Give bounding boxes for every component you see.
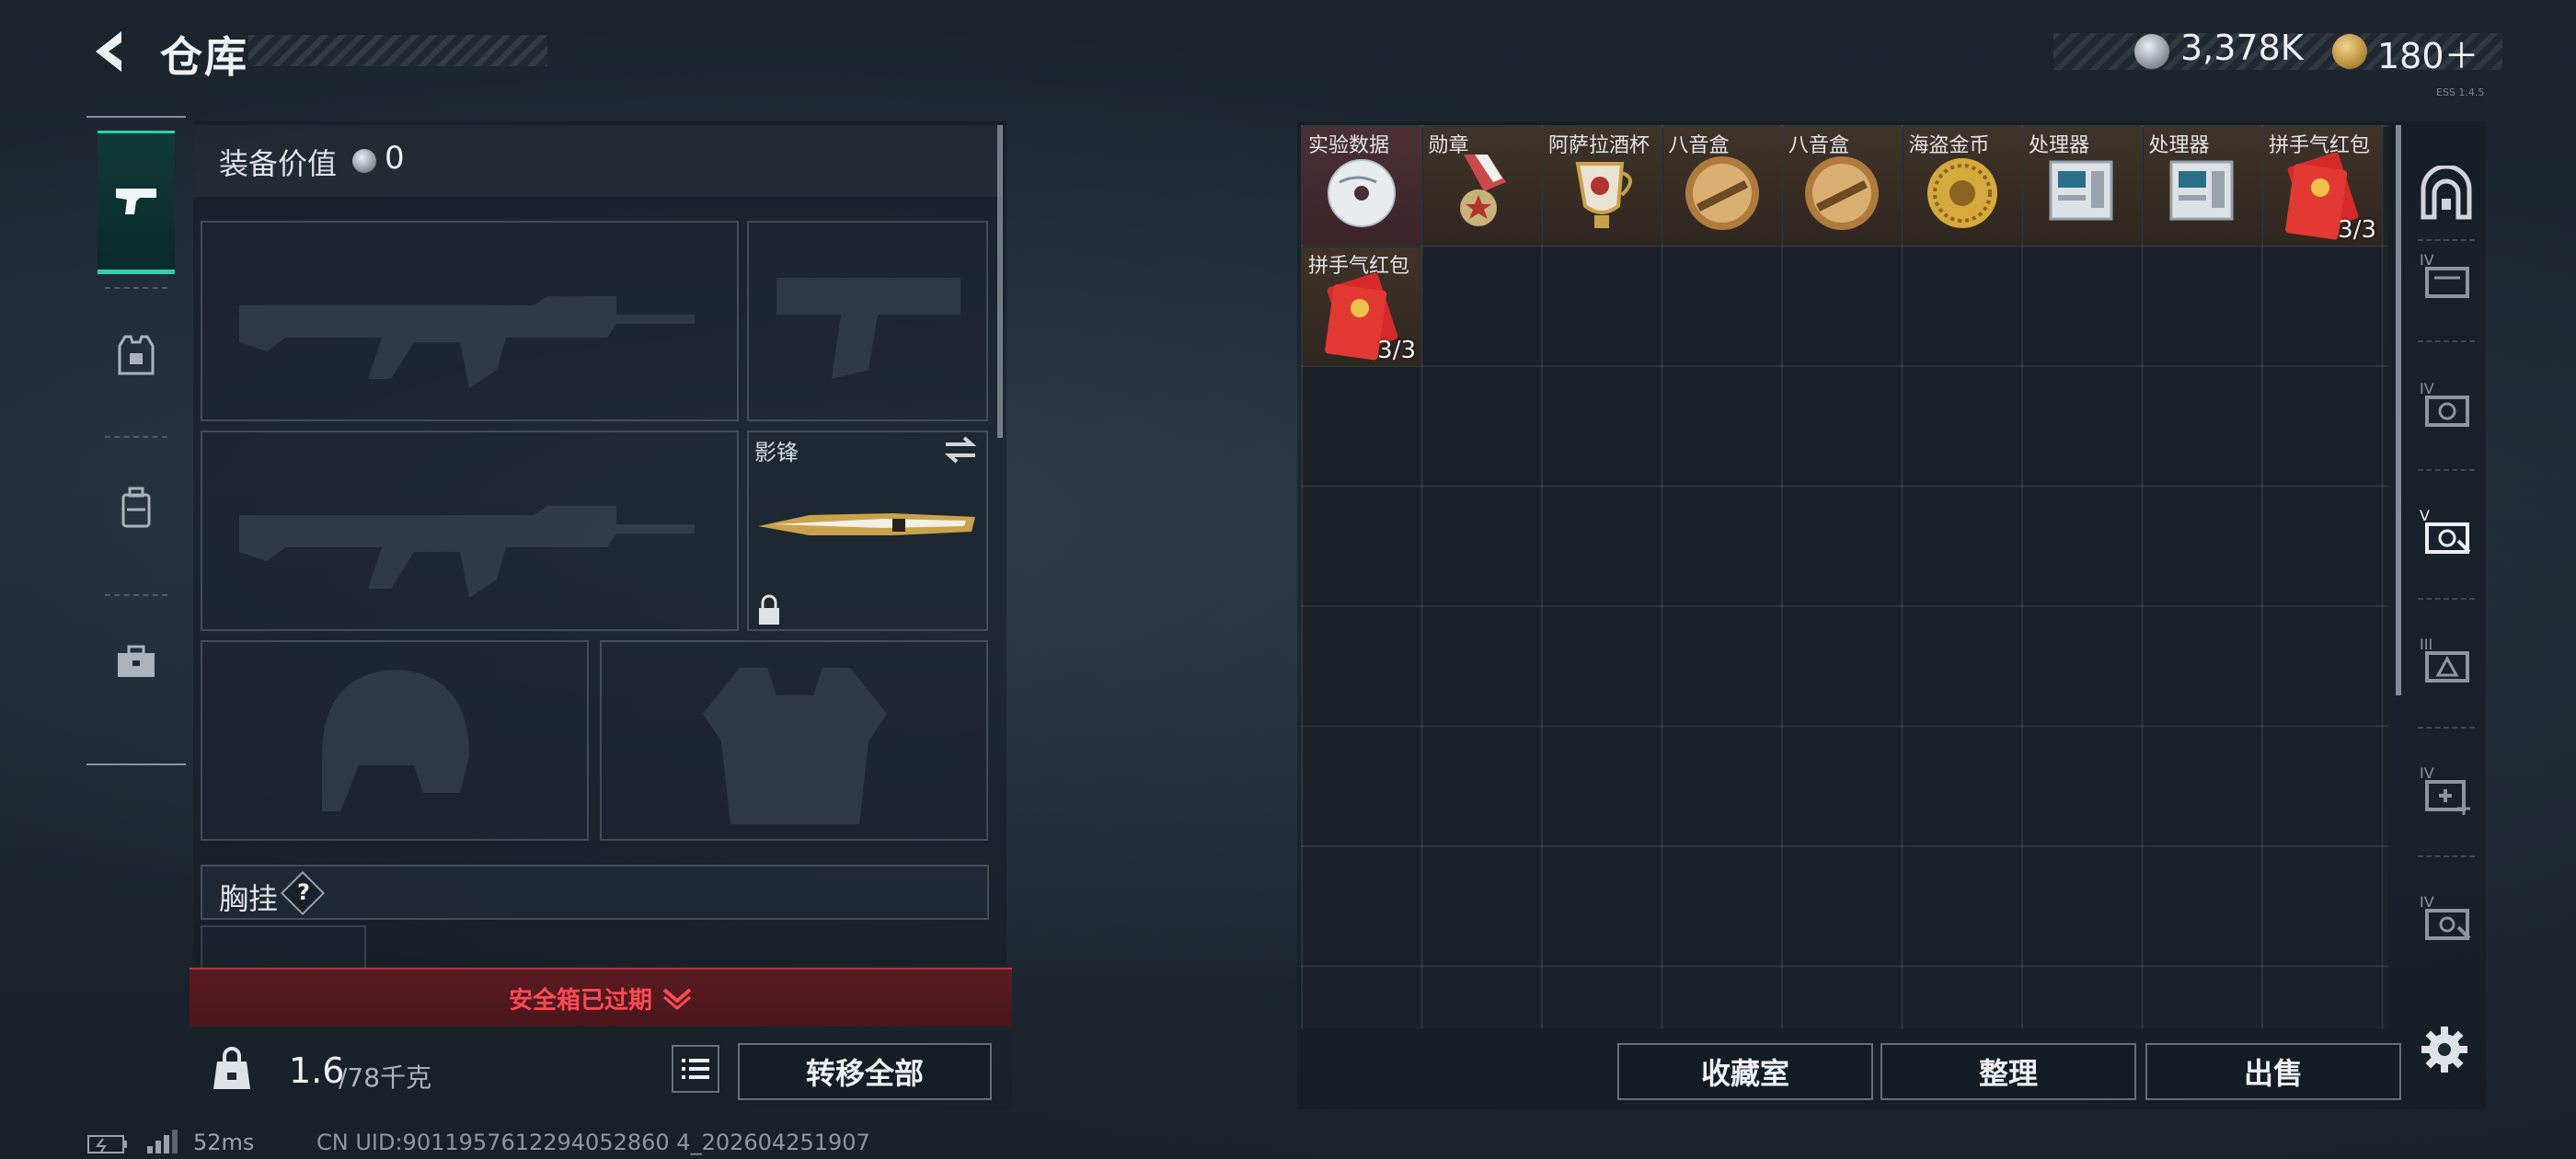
storage-item[interactable]: 海盗金币 <box>1903 127 2022 246</box>
item-name: 处理器 <box>2029 134 2090 157</box>
backpack-icon <box>121 487 151 528</box>
primary-weapon-slot-2[interactable] <box>201 430 739 631</box>
transfer-all-button[interactable]: 转移全部 <box>738 1043 992 1100</box>
vest-icon <box>118 335 155 375</box>
safe-box-expired-text: 安全箱已过期 <box>508 986 652 1015</box>
storage-tier-4b-icon[interactable]: IV <box>2418 377 2475 434</box>
battery-icon <box>87 1135 127 1153</box>
category-sidebar <box>86 116 186 765</box>
category-weapons[interactable] <box>98 131 175 274</box>
uid-text: CN UID:9011957612294052860 4_20260425190… <box>316 1130 870 1155</box>
storage-item[interactable]: 实验数据 <box>1303 127 1421 246</box>
item-name: 海盗金币 <box>1908 134 1990 157</box>
item-name: 处理器 <box>2148 134 2210 157</box>
storage-tier-4-key-icon[interactable]: IV <box>2418 890 2475 947</box>
chest-rig-label: 胸挂 <box>219 881 279 916</box>
equipment-value-number: 0 <box>385 140 405 177</box>
settings-gear-icon[interactable] <box>2420 1025 2469 1074</box>
helmet-silhouette-icon <box>322 670 469 811</box>
safe-box-expired-banner[interactable]: 安全箱已过期 <box>190 968 1012 1027</box>
chevron-down-icon <box>662 988 692 1010</box>
tier-label: IV <box>2420 764 2434 782</box>
page-title: 仓库 <box>160 32 248 82</box>
weight-current: 1.6 <box>289 1050 345 1091</box>
version-text: ESS 1.4.5 <box>2436 86 2485 98</box>
item-name: 拼手气红包 <box>2269 134 2371 157</box>
storage-item[interactable]: 阿萨拉酒杯 <box>1543 127 1662 246</box>
item-name: 阿萨拉酒杯 <box>1548 134 1650 157</box>
signal-icon <box>147 1130 178 1153</box>
tier-label: IV <box>2420 380 2434 397</box>
tier-label: IV <box>2420 251 2434 269</box>
list-icon <box>682 1059 709 1079</box>
helmet-slot[interactable] <box>201 640 589 841</box>
storage-item[interactable]: 八音盒 <box>1783 127 1902 246</box>
collection-room-button[interactable]: 收藏室 <box>1617 1043 1873 1100</box>
storage-tier-3-icon[interactable]: III <box>2418 633 2475 690</box>
storage-tier-4-icon[interactable]: IV <box>2418 248 2475 305</box>
item-name: 勋章 <box>1428 134 1469 157</box>
list-view-button[interactable] <box>672 1045 719 1093</box>
item-name: 拼手气红包 <box>1308 254 1410 278</box>
vest-silhouette-icon <box>703 668 887 824</box>
storage-tier-4-medical-icon[interactable]: IV <box>2418 762 2475 819</box>
silver-coin-icon <box>2134 34 2169 69</box>
help-button[interactable]: ? <box>294 879 313 905</box>
primary-weapon-slot-1[interactable] <box>201 221 739 421</box>
rifle-silhouette-icon <box>239 506 695 598</box>
storage-scrollbar[interactable] <box>2396 125 2401 695</box>
knife-icon <box>758 513 975 535</box>
gold-coin-icon <box>2332 34 2367 69</box>
equipment-scrollbar[interactable] <box>997 125 1003 438</box>
storage-sidebar: IV IV V III IV IV <box>2405 120 2486 1104</box>
toolbox-icon <box>118 645 155 677</box>
vault-icon[interactable] <box>2418 166 2475 223</box>
storage-item[interactable]: 拼手气红包 3/3 <box>2263 127 2382 246</box>
pistol-slot[interactable] <box>747 221 988 421</box>
title-decoration <box>248 35 547 66</box>
armor-slot[interactable] <box>600 640 988 841</box>
item-name: 实验数据 <box>1308 134 1390 157</box>
lock-icon <box>759 594 779 625</box>
storage-item[interactable]: 处理器 <box>2143 127 2262 246</box>
item-count: 3/3 <box>1377 336 1416 364</box>
melee-weapon-name: 影锋 <box>754 440 799 465</box>
sort-button[interactable]: 整理 <box>1880 1043 2136 1100</box>
category-toolbox[interactable] <box>98 598 175 727</box>
storage-tier-5-icon[interactable]: V <box>2418 504 2475 561</box>
silver-coin-icon <box>352 149 376 173</box>
pistol-silhouette-icon <box>776 278 960 379</box>
tier-label: V <box>2420 507 2430 524</box>
currency-silver-amount: 3,378K <box>2180 28 2304 68</box>
swap-icon[interactable] <box>942 434 979 465</box>
storage-item[interactable]: 八音盒 <box>1662 127 1782 246</box>
category-armor[interactable] <box>98 291 175 419</box>
tier-label: III <box>2420 636 2432 653</box>
storage-grid[interactable]: 实验数据 勋章 阿萨拉酒杯 八音盒 八音盒 海盗金币 处理器 处理器 拼手气红包 3/3 拼手气红包… <box>1301 125 2388 1028</box>
item-name: 八音盒 <box>1788 134 1850 157</box>
storage-item[interactable]: 勋章 <box>1422 127 1542 246</box>
item-name: 八音盒 <box>1668 134 1730 157</box>
back-arrow-icon[interactable] <box>85 26 136 77</box>
category-backpack[interactable] <box>98 443 175 572</box>
weight-max: /78千克 <box>339 1062 432 1093</box>
currency-gold-amount[interactable]: 180＋ <box>2377 28 2479 78</box>
tier-label: IV <box>2420 893 2434 911</box>
ping-text: 52ms <box>193 1130 255 1155</box>
sell-button[interactable]: 出售 <box>2145 1043 2401 1100</box>
rifle-silhouette-icon <box>239 296 695 388</box>
storage-item[interactable]: 拼手气红包 3/3 <box>1303 247 1421 366</box>
storage-item[interactable]: 处理器 <box>2023 127 2142 246</box>
equipment-value-label: 装备价值 <box>219 146 338 181</box>
pistol-icon <box>116 189 156 214</box>
bag-icon <box>213 1047 250 1089</box>
item-count: 3/3 <box>2338 216 2376 244</box>
chest-rig-slot[interactable] <box>201 925 366 970</box>
